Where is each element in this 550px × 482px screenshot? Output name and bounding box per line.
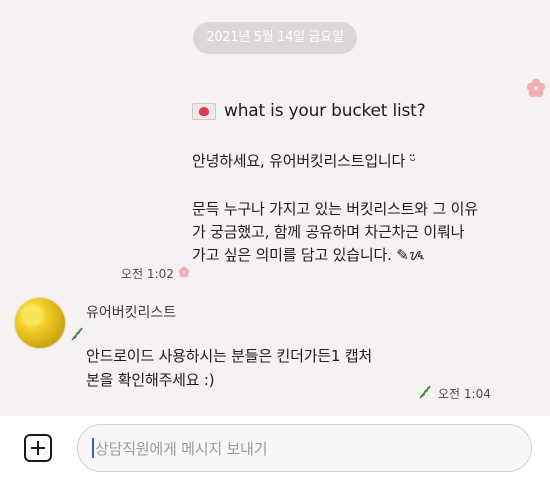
message-body-line: 가고 싶은 의미를 담고 있습니다. ✎ᝰ	[192, 246, 425, 264]
leaf-icon	[71, 327, 83, 341]
sender-name: 유어버킷리스트	[86, 305, 177, 321]
message-time: 오전 1:02	[121, 267, 174, 281]
reply-line: 안드로이드 사용하시는 분들은 킨더가든1 캡처	[86, 347, 373, 365]
envelope-heart-icon	[192, 103, 216, 120]
text-caret	[92, 438, 94, 458]
message-greeting: 안녕하세요, 유어버킷리스트입니다 ᵕ̈	[192, 152, 416, 170]
message-input-placeholder: 상담직원에게 메시지 보내기	[95, 439, 268, 458]
plus-icon[interactable]	[24, 434, 52, 462]
pink-flower-icon	[526, 78, 546, 98]
date-divider: 2021년 5월 14일 금요일	[193, 22, 357, 54]
reply-line: 본을 확인해주세요 :)	[86, 371, 215, 389]
message-body: 문득 누구나 가지고 있는 버킷리스트와 그 이유 가 궁금했고, 함께 공유하…	[192, 198, 512, 267]
message-input[interactable]: 상담직원에게 메시지 보내기	[77, 424, 532, 472]
message-body-line: 가 궁금했고, 함께 공유하며 차근차근 이뤄나	[192, 223, 465, 241]
reply-message: 안드로이드 사용하시는 분들은 킨더가든1 캡처 본을 확인해주세요 :)	[86, 344, 372, 392]
message-body-line: 문득 누구나 가지고 있는 버킷리스트와 그 이유	[192, 200, 478, 218]
composer-bar: 상담직원에게 메시지 보내기	[0, 416, 550, 482]
leaf-icon	[419, 385, 431, 399]
reply-time: 오전 1:04	[438, 387, 491, 401]
message-title: what is your bucket list?	[192, 100, 426, 123]
pink-flower-icon	[178, 266, 190, 278]
message-title-text: what is your bucket list?	[224, 101, 426, 121]
sender-avatar[interactable]	[14, 297, 66, 349]
